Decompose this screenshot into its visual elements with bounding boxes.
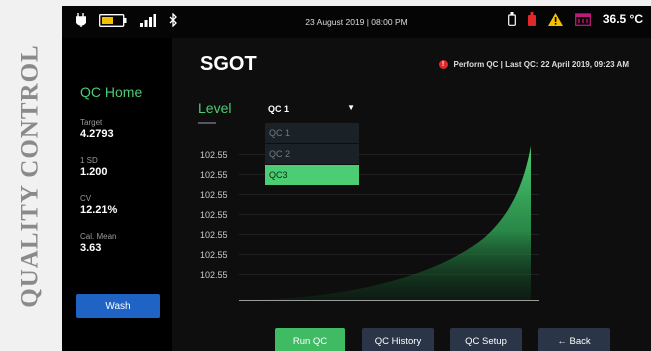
sidebar: QC Home Target 4.2793 1 SD 1.200 CV 12.2…	[62, 38, 172, 351]
qc-home-heading: QC Home	[80, 84, 143, 100]
target-value: 4.2793	[80, 128, 114, 140]
level-dropdown[interactable]: QC 1 ▼	[265, 101, 361, 119]
qc-alert: ! Perform QC | Last QC: 22 April 2019, 0…	[438, 60, 629, 69]
wash-button[interactable]: Wash	[76, 294, 160, 318]
dropdown-option-qc1[interactable]: QC 1	[265, 123, 359, 143]
alert-text: Perform QC | Last QC: 22 April 2019, 09:…	[453, 60, 629, 69]
sd-stat: 1 SD 1.200	[80, 156, 108, 178]
y-tick-label: 102.55	[200, 150, 228, 160]
target-label: Target	[80, 118, 103, 127]
calendar-icon[interactable]	[574, 12, 591, 26]
qc-history-button[interactable]: QC History	[362, 328, 434, 351]
temperature-readout: 36.5 °C	[602, 12, 643, 26]
main-panel: SGOT ! Perform QC | Last QC: 22 April 20…	[172, 38, 651, 351]
side-title-text: QUALITY CONTROL	[17, 43, 45, 308]
status-right-icons: 36.5 °C	[507, 12, 643, 26]
y-tick-label: 102.55	[200, 210, 228, 220]
cal-mean-label: Cal. Mean	[80, 232, 117, 241]
cal-mean-stat: Cal. Mean 3.63	[80, 232, 116, 254]
level-dropdown-value: QC 1	[268, 104, 290, 114]
alert-icon: !	[438, 60, 448, 69]
run-qc-button[interactable]: Run QC	[275, 328, 345, 351]
cv-label: CV	[80, 194, 92, 203]
cv-stat: CV 12.21%	[80, 194, 117, 216]
back-button[interactable]: ← Back	[538, 328, 610, 351]
reagent-bottle-icon	[507, 12, 516, 26]
device-screen: 23 August 2019 | 08:00 PM 36.5 °C QC Hom…	[62, 6, 651, 351]
y-tick-label: 102.55	[200, 190, 228, 200]
target-stat: Target 4.2793	[80, 118, 114, 140]
level-dropdown-list: QC 1 QC 2 QC3	[265, 123, 359, 186]
y-tick-label: 102.55	[200, 270, 228, 280]
level-underline	[198, 122, 216, 124]
warning-icon[interactable]	[547, 12, 563, 26]
sd-value: 1.200	[80, 166, 108, 178]
cv-value: 12.21%	[80, 204, 118, 216]
qc-setup-button[interactable]: QC Setup	[450, 328, 522, 351]
y-tick-label: 102.55	[200, 250, 228, 260]
chevron-down-icon[interactable]: ▼	[347, 103, 355, 112]
waste-bottle-icon	[527, 12, 536, 26]
y-tick-label: 102.55	[200, 170, 228, 180]
quality-control-side-title: QUALITY CONTROL	[0, 0, 62, 351]
dropdown-option-qc3[interactable]: QC3	[265, 165, 359, 185]
page-title: SGOT	[200, 53, 257, 75]
sd-label: 1 SD	[80, 156, 98, 165]
y-tick-label: 102.55	[200, 230, 228, 240]
status-bar: 23 August 2019 | 08:00 PM 36.5 °C	[62, 6, 651, 38]
level-label: Level	[198, 100, 232, 116]
dropdown-option-qc2[interactable]: QC 2	[265, 144, 359, 164]
cal-mean-value: 3.63	[80, 242, 102, 254]
